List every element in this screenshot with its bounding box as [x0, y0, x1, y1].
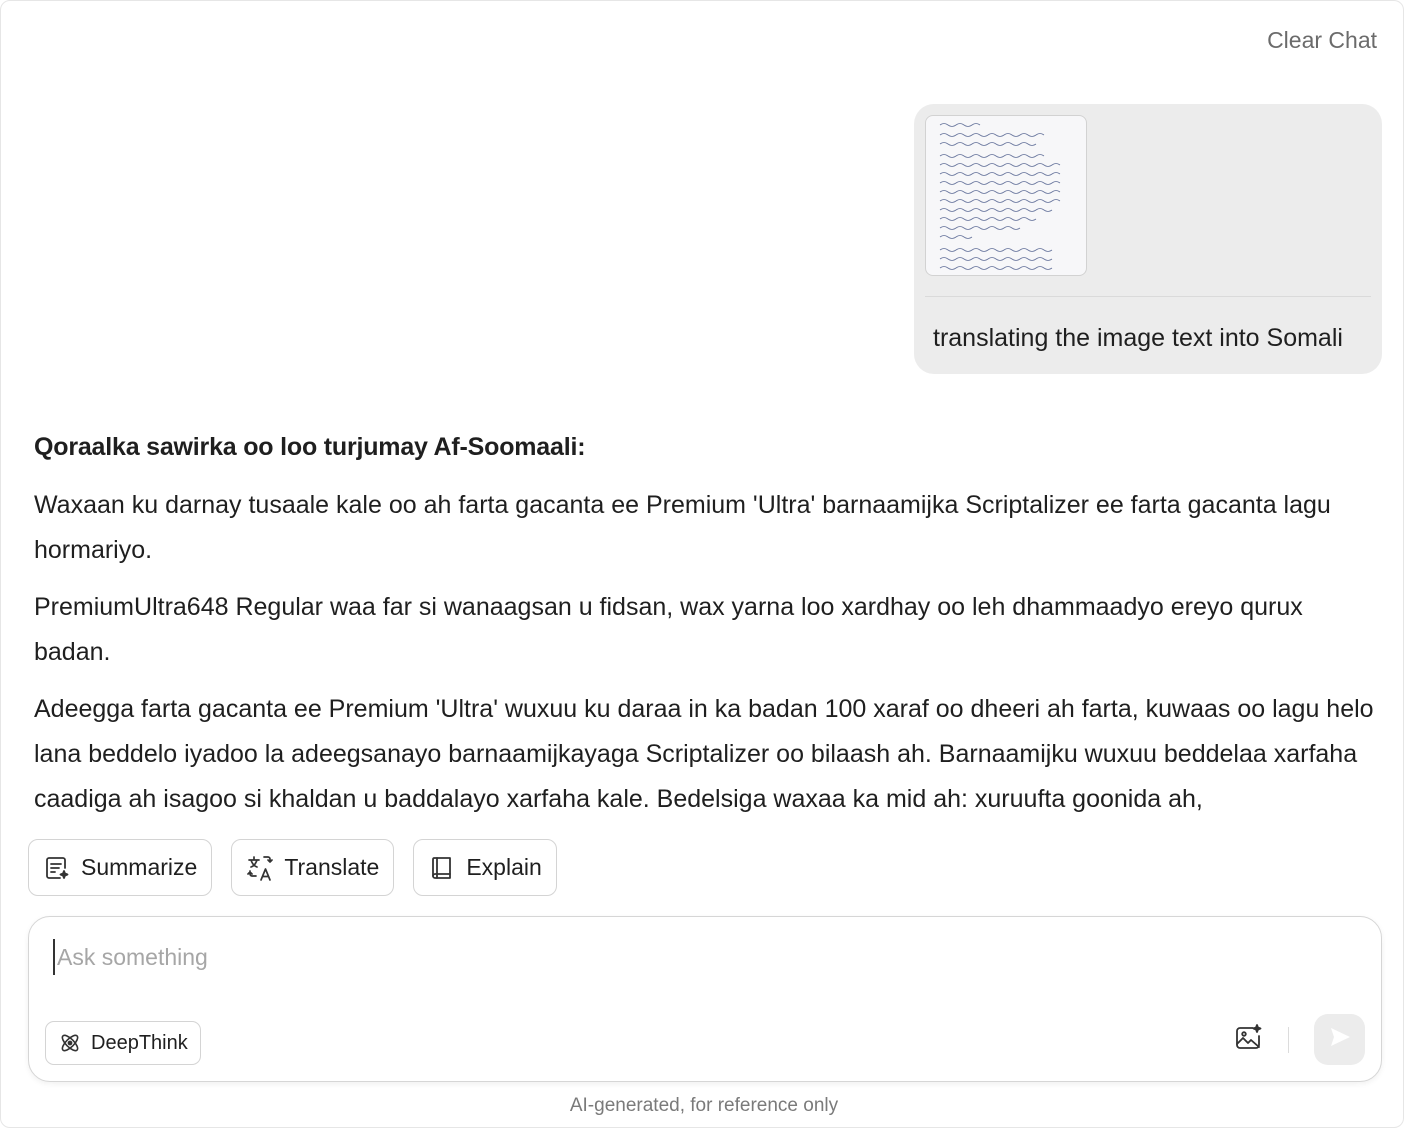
user-message-text: translating the image text into Somali — [933, 324, 1343, 352]
deepthink-label: DeepThink — [91, 1031, 188, 1054]
translate-label: Translate — [284, 854, 380, 880]
atom-icon — [58, 1031, 82, 1055]
image-sparkle-icon — [1233, 1023, 1263, 1058]
attachment-thumbnail[interactable] — [925, 115, 1087, 276]
disclaimer-note: AI-generated, for reference only — [569, 1095, 839, 1116]
clear-chat-button[interactable]: Clear Chat — [1267, 27, 1377, 54]
quick-actions: Summarize Translate Explain — [28, 839, 557, 896]
image-upload-button[interactable] — [1231, 1023, 1265, 1057]
response-paragraph: Adeegga farta gacanta ee Premium 'Ultra'… — [34, 695, 1374, 813]
explain-button[interactable]: Explain — [413, 839, 557, 896]
explain-label: Explain — [466, 854, 542, 880]
summarize-icon — [43, 854, 71, 882]
deepthink-toggle[interactable]: DeepThink — [45, 1021, 201, 1065]
ask-input[interactable] — [53, 939, 1157, 975]
composer: DeepThink — [28, 916, 1382, 1082]
assistant-response: Qoraalka sawirka oo loo turjumay Af-Soom… — [34, 429, 1379, 813]
send-button[interactable] — [1314, 1014, 1365, 1065]
chat-window: Clear Chat translating the image text in… — [0, 0, 1404, 1128]
response-heading: Qoraalka sawirka oo loo turjumay Af-Soom… — [34, 433, 586, 461]
summarize-button[interactable]: Summarize — [28, 839, 213, 896]
toolbar-divider — [1288, 1027, 1289, 1053]
response-paragraph: PremiumUltra648 Regular waa far si wanaa… — [34, 593, 1303, 666]
book-icon — [428, 854, 456, 882]
summarize-label: Summarize — [81, 854, 198, 880]
translate-icon — [246, 854, 274, 882]
send-icon — [1327, 1024, 1353, 1055]
message-divider — [925, 296, 1371, 297]
translate-button[interactable]: Translate — [231, 839, 395, 896]
response-paragraph: Waxaan ku darnay tusaale kale oo ah fart… — [34, 491, 1331, 564]
user-message-bubble: translating the image text into Somali — [914, 104, 1382, 374]
